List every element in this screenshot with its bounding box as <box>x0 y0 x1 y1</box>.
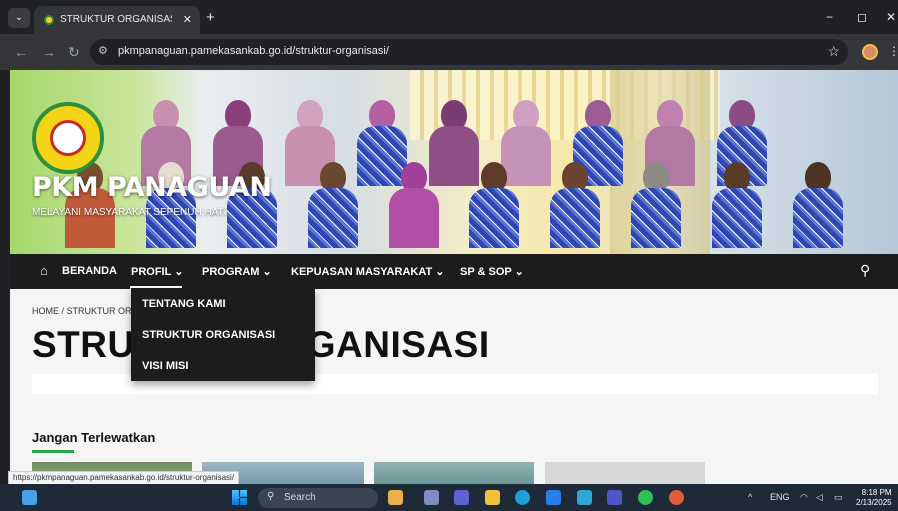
person <box>792 162 843 248</box>
person <box>469 162 520 248</box>
reload-icon[interactable]: ↻ <box>68 44 80 61</box>
taskbar-search-label: Search <box>284 492 316 503</box>
person <box>388 162 439 248</box>
new-tab-icon[interactable]: + <box>206 9 215 26</box>
profile-avatar-icon[interactable] <box>862 44 878 60</box>
profil-dropdown-menu: TENTANG KAMI STRUKTUR ORGANISASI VISI MI… <box>131 288 315 381</box>
clock-date: 2/13/2025 <box>856 498 892 507</box>
site-favicon-icon <box>44 15 54 25</box>
app-icon[interactable] <box>424 490 439 505</box>
file-explorer-icon[interactable] <box>485 490 500 505</box>
close-window-icon[interactable]: ✕ <box>886 10 896 24</box>
person <box>711 162 762 248</box>
status-bar-url: https://pkmpanaguan.pamekasankab.go.id/s… <box>8 471 240 485</box>
header-banner: PKM PANAGUAN MELAYANI MASYARAKAT SEPENUH… <box>10 70 898 254</box>
url-field[interactable]: ⚙ pkmpanaguan.pamekasankab.go.id/struktu… <box>90 39 848 65</box>
battery-icon[interactable]: ▭ <box>834 492 843 503</box>
url-text: pkmpanaguan.pamekasankab.go.id/struktur-… <box>118 45 389 57</box>
dropdown-item-visi-misi[interactable]: VISI MISI <box>142 360 188 372</box>
nav-item-kepuasan-masyarakat[interactable]: KEPUASAN MASYARAKAT ⌄ <box>291 265 444 278</box>
person <box>630 162 681 248</box>
tab-title: STRUKTUR ORGANISASI – PKM <box>60 14 172 25</box>
app-icon[interactable] <box>388 490 403 505</box>
address-bar-row: ← → ↻ ⚙ pkmpanaguan.pamekasankab.go.id/s… <box>0 34 898 70</box>
post-thumbnail[interactable] <box>545 462 705 484</box>
web-page: PKM PANAGUAN MELAYANI MASYARAKAT SEPENUH… <box>10 70 898 484</box>
store-icon[interactable] <box>546 490 561 505</box>
menu-icon[interactable]: ⋮ <box>888 44 898 58</box>
chrome-icon[interactable] <box>669 490 684 505</box>
close-tab-icon[interactable]: ✕ <box>183 13 192 26</box>
tab-list-icon[interactable]: ⌄ <box>8 8 30 28</box>
nav-item-program[interactable]: PROGRAM ⌄ <box>202 265 272 278</box>
puskesmas-logo[interactable] <box>32 102 104 174</box>
person <box>550 162 601 248</box>
breadcrumb[interactable]: HOME / STRUKTUR OR <box>32 306 132 316</box>
whatsapp-icon[interactable] <box>638 490 653 505</box>
taskbar: ⚲ Search ^ ENG ◠ ◁ ▭ 8:18 PM 2/13/2025 <box>0 484 898 511</box>
maximize-icon[interactable]: ◻ <box>857 10 867 24</box>
browser-tab[interactable]: STRUKTUR ORGANISASI – PKM ✕ <box>34 6 200 34</box>
teams-icon[interactable] <box>454 490 469 505</box>
system-clock[interactable]: 8:18 PM 2/13/2025 <box>856 488 892 508</box>
widgets-icon[interactable] <box>22 490 37 505</box>
site-tagline: MELAYANI MASYARAKAT SEPENUH HATI <box>32 207 227 218</box>
section-underline <box>32 450 74 453</box>
post-thumbnail[interactable] <box>374 462 534 484</box>
site-info-icon[interactable]: ⚙ <box>98 44 108 57</box>
nav-item-beranda[interactable]: BERANDA <box>62 265 117 277</box>
star-icon[interactable]: ☆ <box>827 43 840 60</box>
search-icon: ⚲ <box>267 491 275 502</box>
nav-item-sp-sop[interactable]: SP & SOP ⌄ <box>460 265 524 278</box>
minimize-icon[interactable]: − <box>826 10 833 24</box>
nav-item-profil[interactable]: PROFIL ⌄ <box>131 265 183 278</box>
person <box>307 162 358 248</box>
browser-tab-bar: ⌄ STRUKTUR ORGANISASI – PKM ✕ + − ◻ ✕ <box>0 0 898 34</box>
app-icon[interactable] <box>607 490 622 505</box>
clock-time: 8:18 PM <box>861 488 892 497</box>
app-icon[interactable] <box>577 490 592 505</box>
main-navigation: ⌂ BERANDA PROFIL ⌄ PROGRAM ⌄ KEPUASAN MA… <box>10 254 898 289</box>
taskbar-search[interactable]: ⚲ Search <box>258 488 378 508</box>
language-indicator[interactable]: ENG <box>770 492 790 502</box>
back-icon[interactable]: ← <box>14 44 28 60</box>
edge-icon[interactable] <box>515 490 530 505</box>
tray-overflow-icon[interactable]: ^ <box>748 492 752 502</box>
forward-icon[interactable]: → <box>42 44 56 60</box>
volume-icon[interactable]: ◁ <box>816 492 823 503</box>
search-icon[interactable]: ⚲ <box>860 262 870 279</box>
section-title: Jangan Terlewatkan <box>32 430 156 445</box>
dropdown-item-struktur-organisasi[interactable]: STRUKTUR ORGANISASI <box>142 329 275 341</box>
wifi-icon[interactable]: ◠ <box>800 492 808 503</box>
start-menu-icon[interactable] <box>232 490 247 505</box>
home-icon[interactable]: ⌂ <box>40 263 48 278</box>
dropdown-item-tentang-kami[interactable]: TENTANG KAMI <box>142 298 226 310</box>
site-title[interactable]: PKM PANAGUAN <box>32 172 272 203</box>
